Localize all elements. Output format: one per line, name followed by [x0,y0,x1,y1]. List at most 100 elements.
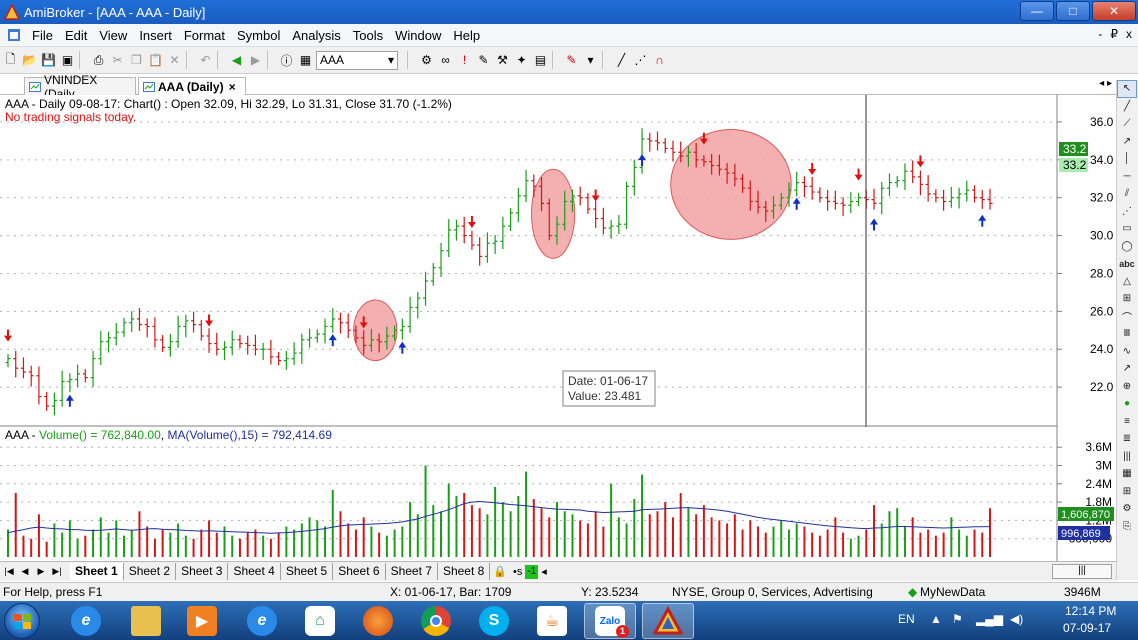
taskbar-chrome[interactable] [410,603,462,639]
clock-time[interactable]: 12:14 PM [1065,604,1116,618]
tab-close-button[interactable]: × [229,80,236,94]
parallel-lines-icon[interactable]: ⫽ [1117,185,1137,203]
sheet-tab-1[interactable]: Sheet 1 [70,563,124,580]
print-icon[interactable]: ⎙ [90,51,107,69]
report-icon[interactable]: ▤ [532,51,549,69]
menu-tools[interactable]: Tools [347,28,389,43]
list-icon[interactable]: ≡ [1117,413,1137,431]
sheet-green-indicator[interactable]: -1 [525,564,539,579]
first-sheet-button[interactable]: |◀ [2,565,16,579]
trendline-icon[interactable]: ╱ [613,51,630,69]
wizard-icon[interactable]: ✦ [513,51,530,69]
grid-icon[interactable]: ▦ [1117,465,1137,483]
optimize-icon[interactable]: ✎ [475,51,492,69]
menu-edit[interactable]: Edit [59,28,93,43]
tab-scroll-arrows[interactable]: ◂ ▸ [1099,78,1112,89]
sheet-tab-5[interactable]: Sheet 5 [280,563,334,580]
settings-icon[interactable]: ⚙ [1117,500,1137,518]
taskbar-amibroker[interactable] [642,603,694,639]
rectangle-icon[interactable]: ▭ [1117,220,1137,238]
sheet-tab-8[interactable]: Sheet 8 [437,563,491,580]
minimize-button[interactable]: — [1020,1,1054,21]
menu-file[interactable]: File [26,28,59,43]
dotted-line-icon[interactable]: ⋰ [632,51,649,69]
arrow-icon[interactable]: ↗ [1117,360,1137,378]
taskbar-ie[interactable]: e [60,603,112,639]
scroll-left-icon[interactable]: ◂ [538,565,550,578]
undo-icon[interactable]: ↶ [197,51,214,69]
chevron-down-icon[interactable]: ▾ [388,53,394,67]
magnet-icon[interactable]: ∩ [651,51,668,69]
menu-analysis[interactable]: Analysis [286,28,346,43]
menu-view[interactable]: View [93,28,133,43]
columns-icon[interactable]: ||| [1117,448,1137,466]
scan-icon[interactable]: ⚙ [418,51,435,69]
prev-sheet-button[interactable]: ◀ [18,565,32,579]
sheet-tab-3[interactable]: Sheet 3 [176,563,229,580]
fibonacci-icon[interactable]: ⊞ [1117,290,1137,308]
next-sheet-button[interactable]: ▶ [34,565,48,579]
new-file-icon[interactable]: 🗋 [2,51,19,69]
extended-line-icon[interactable]: ↗ [1117,133,1137,151]
taskbar-ie2[interactable]: e [236,603,288,639]
fan-icon[interactable]: ⋰ [1117,203,1137,221]
network-icon[interactable]: ▂▄▆ [976,612,1003,626]
taskbar-firefox[interactable] [352,603,404,639]
zoom-icon[interactable]: ⊕ [1117,378,1137,396]
sheet-tab-2[interactable]: Sheet 2 [123,563,177,580]
flag-icon[interactable]: ⚑ [952,612,963,626]
line-icon[interactable]: ╱ [1117,98,1137,116]
close-button[interactable]: ✕ [1092,1,1136,21]
globe-icon[interactable]: ● [1117,395,1137,413]
language-indicator[interactable]: EN [898,612,915,626]
menu-symbol[interactable]: Symbol [231,28,286,43]
cycle-icon[interactable]: ∿ [1117,343,1137,361]
taskbar-explorer[interactable] [120,603,172,639]
chevron-down-icon[interactable]: ▾ [582,51,599,69]
tray-arrow-icon[interactable]: ▲ [930,612,942,626]
binoculars-icon[interactable]: ∞ [437,51,454,69]
last-sheet-button[interactable]: ▶| [50,565,64,579]
horizontal-scrollbar[interactable]: ||| [1052,564,1112,579]
symbol-combo[interactable]: AAA ▾ [316,50,398,70]
pointer-icon[interactable]: ↖ [1117,80,1137,98]
vertical-line-icon[interactable]: │ [1117,150,1137,168]
clock-date[interactable]: 07-09-17 [1063,621,1111,635]
chart-area[interactable]: AAA - Daily 09-08-17: Chart() : Open 32.… [0,95,1116,561]
text-tool-icon[interactable]: abc [1117,255,1137,273]
forward-icon[interactable]: ▶ [247,51,264,69]
save-icon[interactable]: 💾 [40,51,57,69]
horizontal-line-icon[interactable]: ─ [1117,168,1137,186]
copy-icon[interactable]: ❐ [128,51,145,69]
table-icon[interactable]: ⊞ [1117,483,1137,501]
bars-icon[interactable]: ≣ [1117,430,1137,448]
ellipse-icon[interactable]: ◯ [1117,238,1137,256]
paste-icon[interactable]: 📋 [147,51,164,69]
backtest-icon[interactable]: ⚒ [494,51,511,69]
lock-icon[interactable]: 🔒 [490,565,510,578]
cut-icon[interactable]: ✂ [109,51,126,69]
back-icon[interactable]: ◀ [228,51,245,69]
taskbar-java[interactable]: ☕ [526,603,578,639]
mdi-minimize-button[interactable]: - [1098,27,1102,41]
sheet-tab-4[interactable]: Sheet 4 [228,563,281,580]
taskbar-zalo[interactable]: Zalo 1 [584,603,636,639]
export-icon[interactable]: ⎘ [1117,518,1137,536]
save-all-icon[interactable]: ▣ [59,51,76,69]
triangle-icon[interactable]: △ [1117,273,1137,291]
delete-icon[interactable]: ✕ [166,51,183,69]
open-folder-icon[interactable]: 📂 [21,51,38,69]
mdi-restore-button[interactable]: ₽ [1110,27,1118,41]
menu-help[interactable]: Help [447,28,486,43]
sheet-s-toggle[interactable]: •s [510,566,525,578]
menu-insert[interactable]: Insert [133,28,178,43]
exclamation-icon[interactable]: ! [456,51,473,69]
ray-icon[interactable]: ⟋ [1117,115,1137,133]
taskbar-app-house[interactable]: ⌂ [294,603,346,639]
info-icon[interactable]: ⓘ [278,51,295,69]
sheet-tab-6[interactable]: Sheet 6 [333,563,386,580]
tab-aaa[interactable]: AAA (Daily) × [138,77,246,95]
sheet-tab-7[interactable]: Sheet 7 [385,563,438,580]
arc-icon[interactable]: ⌒ [1117,308,1137,326]
quote-editor-icon[interactable]: ▦ [297,51,314,69]
